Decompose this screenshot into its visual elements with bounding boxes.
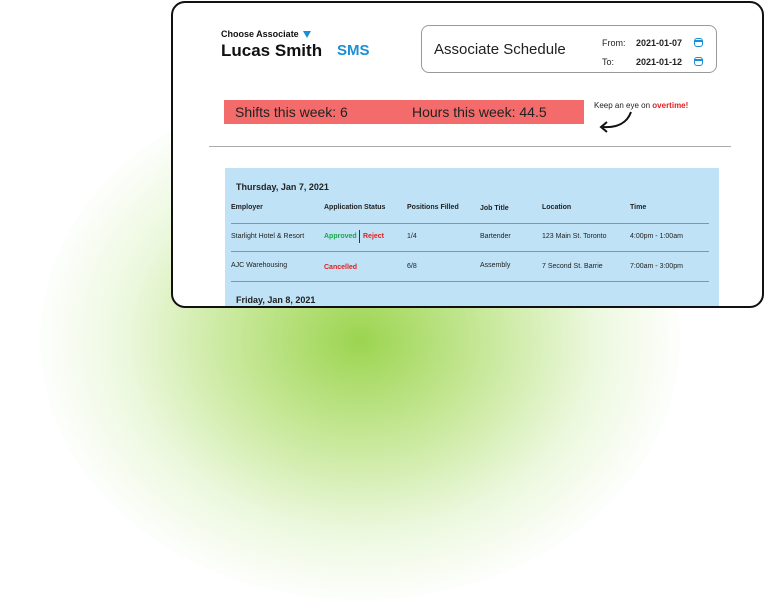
to-label: To: <box>602 57 615 67</box>
col-location: Location <box>542 204 572 211</box>
row-separator <box>231 251 709 252</box>
cell-employer: Starlight Hotel & Resort <box>231 233 305 240</box>
schedule-table-panel: Thursday, Jan 7, 2021 Employer Applicati… <box>225 168 719 306</box>
day-heading: Friday, Jan 8, 2021 <box>236 295 316 305</box>
sms-link[interactable]: SMS <box>337 42 370 59</box>
cell-job-title: Assembly <box>480 262 511 269</box>
cell-location: 7 Second St. Barrie <box>542 263 603 270</box>
status-cancelled: Cancelled <box>324 264 358 271</box>
shifts-this-week: Shifts this week: 6 <box>235 104 348 120</box>
row-separator <box>231 281 709 282</box>
day-heading: Thursday, Jan 7, 2021 <box>236 182 329 192</box>
col-employer: Employer <box>231 204 263 211</box>
to-date-input[interactable]: 2021-01-12 <box>636 57 682 67</box>
status-approved: Approved <box>324 233 357 240</box>
to-calendar-icon[interactable] <box>694 57 703 66</box>
col-time: Time <box>630 204 647 211</box>
cell-positions: 1/4 <box>407 233 417 240</box>
row-separator <box>231 223 709 224</box>
hours-this-week: Hours this week: 44.5 <box>412 104 547 120</box>
hint-suffix: ! <box>685 101 689 110</box>
curved-arrow-icon <box>599 111 632 133</box>
section-divider <box>209 146 731 147</box>
hint-highlight: overtime <box>652 101 686 110</box>
dropdown-triangle-icon <box>302 30 311 38</box>
from-label: From: <box>602 38 626 48</box>
from-calendar-icon[interactable] <box>694 38 703 47</box>
reject-button[interactable]: Reject <box>363 233 384 240</box>
status-separator <box>359 230 360 243</box>
weekly-stats-bar: Shifts this week: 6 Hours this week: 44.… <box>224 100 584 124</box>
cell-time: 7:00am - 3:00pm <box>630 263 683 270</box>
cell-positions: 6/8 <box>407 263 417 270</box>
choose-associate-label: Choose Associate <box>221 29 299 39</box>
col-application-status: Application Status <box>324 204 386 211</box>
schedule-card: Choose Associate Lucas Smith SMS Associa… <box>171 1 764 308</box>
from-date-input[interactable]: 2021-01-07 <box>636 38 682 48</box>
schedule-title: Associate Schedule <box>434 41 566 58</box>
cell-employer: AJC Warehousing <box>231 262 288 269</box>
cell-location: 123 Main St. Toronto <box>542 233 607 240</box>
choose-associate-dropdown[interactable]: Choose Associate <box>221 29 311 39</box>
col-positions-filled: Positions Filled <box>407 204 459 211</box>
schedule-range-box: Associate Schedule From: 2021-01-07 To: … <box>421 25 717 73</box>
cell-job-title: Bartender <box>480 233 511 240</box>
col-job-title: Job Title <box>480 205 509 212</box>
cell-time: 4:00pm - 1:00am <box>630 233 683 240</box>
associate-name: Lucas Smith <box>221 41 323 60</box>
